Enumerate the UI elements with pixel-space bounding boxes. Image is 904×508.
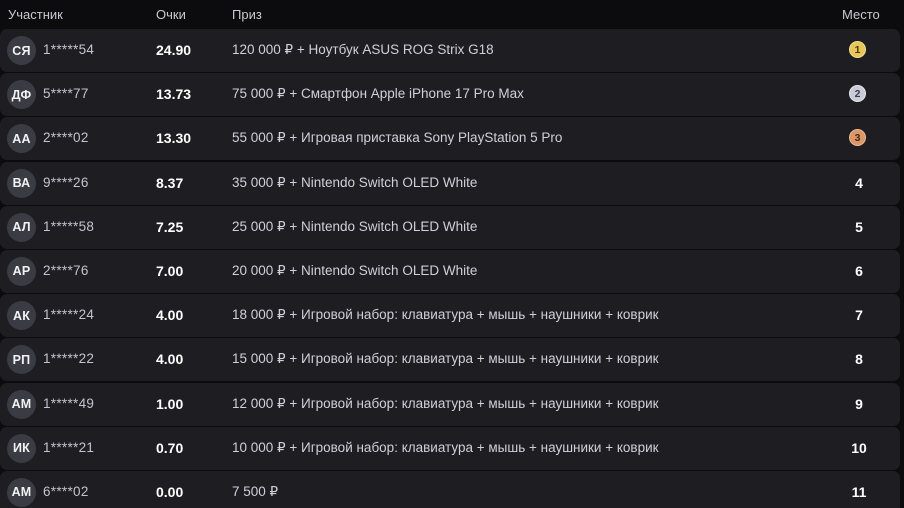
table-row: АР 2****76 7.00 20 000 ₽ + Nintendo Switch … xyxy=(0,249,900,293)
participant-id: 5****77 xyxy=(43,86,89,102)
place-value: 4 xyxy=(855,174,863,191)
table-row: ВА 9****26 8.37 35 000 ₽ + Nintendo Switch … xyxy=(0,161,900,205)
prize-text: 20 000 ₽ + Nintendo Switch OLED White xyxy=(232,262,478,278)
points-value: 7.00 xyxy=(156,262,184,279)
leaderboard-rows: СЯ 1*****54 24.90 120 000 ₽ + Ноутбук ASUS … xyxy=(0,29,904,508)
prize-text: 55 000 ₽ + Игровая приставка Sony PlaySt… xyxy=(232,130,563,146)
table-row: РП 1*****22 4.00 15 000 ₽ + Игровой набор: … xyxy=(0,338,900,382)
points-value: 0.70 xyxy=(156,439,184,456)
table-row: ИК 1*****21 0.70 10 000 ₽ + Игровой набор: … xyxy=(0,426,900,470)
participant-id: 1*****54 xyxy=(43,42,95,57)
avatar: ДФ xyxy=(7,80,36,110)
place-value: 11 xyxy=(851,483,867,500)
prize-text: 75 000 ₽ + Смартфон Apple iPhone 17 Pro … xyxy=(232,86,524,102)
table-row: АМ 6****02 0.00 7 500 ₽ 11 xyxy=(0,470,900,508)
table-row: ДФ 5****77 13.73 75 000 ₽ + Смартфон Apple … xyxy=(0,73,900,117)
avatar: АР xyxy=(7,256,36,286)
prize-text: 7 500 ₽ xyxy=(232,483,279,499)
points-value: 1.00 xyxy=(156,395,184,412)
place-value: 9 xyxy=(855,395,863,412)
column-header-points: Очки xyxy=(156,7,186,22)
participant-id: 2****76 xyxy=(43,262,89,278)
place-value: 6 xyxy=(855,262,863,279)
table-row: АА 2****02 13.30 55 000 ₽ + Игровая пристав… xyxy=(0,117,900,161)
place-value: 10 xyxy=(851,439,867,456)
avatar: ВА xyxy=(7,168,36,198)
leaderboard: Участник Очки Приз Место СЯ 1*****54 24.90… xyxy=(0,0,904,508)
prize-text: 15 000 ₽ + Игровой набор: клавиатура + м… xyxy=(232,351,659,367)
points-value: 8.37 xyxy=(156,174,184,191)
prize-text: 120 000 ₽ + Ноутбук ASUS ROG Strix G18 xyxy=(232,42,494,57)
participant-id: 1*****49 xyxy=(43,395,95,411)
points-value: 24.90 xyxy=(156,42,192,58)
table-row: АМ 1*****49 1.00 12 000 ₽ + Игровой набор: … xyxy=(0,382,900,426)
points-value: 7.25 xyxy=(156,218,184,235)
place-value: 5 xyxy=(855,218,863,235)
participant-id: 9****26 xyxy=(43,174,89,190)
points-value: 13.73 xyxy=(156,86,192,103)
avatar: АА xyxy=(7,124,36,154)
column-header-participant: Участник xyxy=(8,7,63,22)
avatar: ИК xyxy=(7,433,36,463)
avatar: СЯ xyxy=(7,36,36,65)
points-value: 13.30 xyxy=(156,130,192,147)
avatar: АМ xyxy=(7,389,36,419)
participant-id: 6****02 xyxy=(43,483,89,499)
participant-id: 2****02 xyxy=(43,130,89,146)
prize-text: 12 000 ₽ + Игровой набор: клавиатура + м… xyxy=(232,395,659,411)
place-medal-icon: 1 xyxy=(849,41,866,58)
points-value: 4.00 xyxy=(156,307,184,324)
participant-id: 1*****21 xyxy=(43,439,95,455)
avatar: АЛ xyxy=(7,212,36,242)
participant-id: 1*****22 xyxy=(43,351,95,367)
leaderboard-header: Участник Очки Приз Место xyxy=(0,0,904,28)
participant-id: 1*****24 xyxy=(43,307,95,323)
place-medal-icon: 2 xyxy=(849,85,866,103)
column-header-prize: Приз xyxy=(232,7,262,22)
prize-text: 35 000 ₽ + Nintendo Switch OLED White xyxy=(232,174,478,190)
table-row: СЯ 1*****54 24.90 120 000 ₽ + Ноутбук ASUS … xyxy=(0,29,900,72)
place-medal-icon: 3 xyxy=(849,129,866,147)
avatar: РП xyxy=(7,345,36,375)
points-value: 4.00 xyxy=(156,351,184,368)
avatar: АМ xyxy=(7,477,36,507)
column-header-place: Место xyxy=(842,7,880,22)
prize-text: 25 000 ₽ + Nintendo Switch OLED White xyxy=(232,218,478,234)
table-row: АЛ 1*****58 7.25 25 000 ₽ + Nintendo Switch… xyxy=(0,205,900,249)
participant-id: 1*****58 xyxy=(43,218,95,234)
place-value: 8 xyxy=(855,351,863,368)
place-value: 7 xyxy=(855,307,863,324)
prize-text: 10 000 ₽ + Игровой набор: клавиатура + м… xyxy=(232,439,659,455)
points-value: 0.00 xyxy=(156,483,184,500)
table-row: АК 1*****24 4.00 18 000 ₽ + Игровой набор: … xyxy=(0,294,900,338)
prize-text: 18 000 ₽ + Игровой набор: клавиатура + м… xyxy=(232,307,659,323)
avatar: АК xyxy=(7,301,36,331)
